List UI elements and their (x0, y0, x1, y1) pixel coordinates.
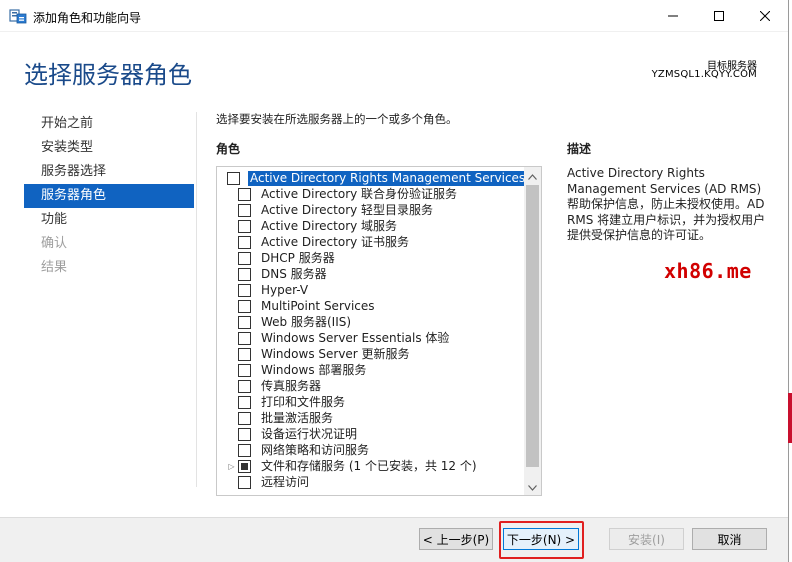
title-bar: 添加角色和功能向导 (0, 0, 788, 32)
role-item-ad-fs[interactable]: Active Directory 联合身份验证服务 (217, 186, 523, 202)
role-checkbox[interactable] (238, 219, 251, 233)
role-checkbox[interactable] (238, 443, 251, 457)
background-edge (788, 393, 792, 443)
role-item-volume-activation[interactable]: 批量激活服务 (217, 410, 523, 426)
wizard-steps-nav: 开始之前 安装类型 服务器选择 服务器角色 功能 确认 结果 (24, 112, 194, 280)
role-item-wds[interactable]: Windows 部署服务 (217, 362, 523, 378)
role-checkbox[interactable] (238, 411, 251, 425)
expand-arrow-icon[interactable]: ▷ (226, 462, 237, 471)
close-icon (760, 11, 770, 21)
window-title: 添加角色和功能向导 (33, 11, 142, 25)
role-item-dhcp[interactable]: DHCP 服务器 (217, 250, 523, 266)
nav-divider (196, 112, 197, 487)
role-item-nps[interactable]: 网络策略和访问服务 (217, 442, 523, 458)
window-edge (788, 0, 789, 562)
close-button[interactable] (742, 0, 788, 32)
role-item-hyper-v[interactable]: Hyper-V (217, 282, 523, 298)
role-checkbox[interactable] (238, 363, 251, 377)
role-checkbox[interactable] (238, 187, 251, 201)
role-checkbox[interactable] (238, 235, 251, 249)
scroll-down-button[interactable] (524, 478, 541, 495)
role-checkbox[interactable] (227, 171, 240, 185)
install-button: 安装(I) (609, 528, 684, 550)
role-item-print[interactable]: 打印和文件服务 (217, 394, 523, 410)
maximize-icon (714, 11, 724, 21)
role-checkbox[interactable] (238, 315, 251, 329)
description-header: 描述 (567, 142, 592, 156)
chevron-down-icon (528, 480, 537, 494)
role-item-wsus[interactable]: Windows Server 更新服务 (217, 346, 523, 362)
role-item-remote-access[interactable]: 远程访问 (217, 474, 523, 490)
nav-step-results: 结果 (41, 260, 68, 275)
role-item-ad-lds[interactable]: Active Directory 轻型目录服务 (217, 202, 523, 218)
role-checkbox[interactable] (238, 251, 251, 265)
nav-step-installation-type[interactable]: 安装类型 (24, 136, 194, 160)
roles-scrollbar[interactable] (524, 167, 541, 495)
server-manager-icon (9, 8, 27, 24)
role-item-web-iis[interactable]: Web 服务器(IIS) (217, 314, 523, 330)
role-item-ad-rms[interactable]: Active Directory Rights Management Servi… (217, 170, 528, 186)
role-checkbox[interactable] (238, 203, 251, 217)
roles-list: Active Directory Rights Management Servi… (217, 170, 528, 490)
role-checkbox[interactable] (238, 395, 251, 409)
chevron-up-icon (528, 169, 537, 183)
role-item-fax[interactable]: 传真服务器 (217, 378, 523, 394)
role-checkbox[interactable] (238, 299, 251, 313)
roles-header: 角色 (216, 142, 241, 156)
page-title: 选择服务器角色 (24, 61, 192, 89)
watermark-text: xh86.me (664, 259, 752, 283)
role-checkbox[interactable] (238, 283, 251, 297)
cancel-button[interactable]: 取消 (692, 528, 767, 550)
role-item-essentials[interactable]: Windows Server Essentials 体验 (217, 330, 523, 346)
role-checkbox[interactable] (238, 267, 251, 281)
nav-step-server-roles[interactable]: 服务器角色 (24, 184, 194, 208)
role-checkbox[interactable] (238, 347, 251, 361)
nav-step-before-you-begin[interactable]: 开始之前 (24, 112, 194, 136)
role-item-ad-cs[interactable]: Active Directory 证书服务 (217, 234, 523, 250)
minimize-icon (668, 11, 678, 21)
previous-button[interactable]: < 上一步(P) (419, 528, 493, 550)
role-checkbox[interactable] (238, 427, 251, 441)
role-description: Active Directory Rights Management Servi… (567, 166, 766, 242)
role-item-multipoint[interactable]: MultiPoint Services (217, 298, 523, 314)
nav-step-server-selection[interactable]: 服务器选择 (24, 160, 194, 184)
role-item-health-attestation[interactable]: 设备运行状况证明 (217, 426, 523, 442)
role-checkbox[interactable] (238, 459, 251, 473)
roles-list-box[interactable]: Active Directory Rights Management Servi… (216, 166, 542, 496)
role-checkbox[interactable] (238, 379, 251, 393)
nav-step-features[interactable]: 功能 (24, 208, 194, 232)
instruction-text: 选择要安装在所选服务器上的一个或多个角色。 (216, 112, 458, 126)
role-checkbox[interactable] (238, 475, 251, 489)
target-server-name: YZMSQL1.KQYY.COM (651, 69, 757, 80)
scroll-up-button[interactable] (524, 167, 541, 184)
role-item-ad-ds[interactable]: Active Directory 域服务 (217, 218, 523, 234)
nav-step-confirmation: 确认 (41, 236, 68, 251)
maximize-button[interactable] (696, 0, 742, 32)
scroll-thumb[interactable] (526, 185, 539, 467)
role-item-dns[interactable]: DNS 服务器 (217, 266, 523, 282)
minimize-button[interactable] (650, 0, 696, 32)
next-button-highlight (499, 521, 584, 559)
role-item-file-storage[interactable]: ▷ 文件和存储服务 (1 个已安装，共 12 个) (217, 458, 523, 474)
role-checkbox[interactable] (238, 331, 251, 345)
